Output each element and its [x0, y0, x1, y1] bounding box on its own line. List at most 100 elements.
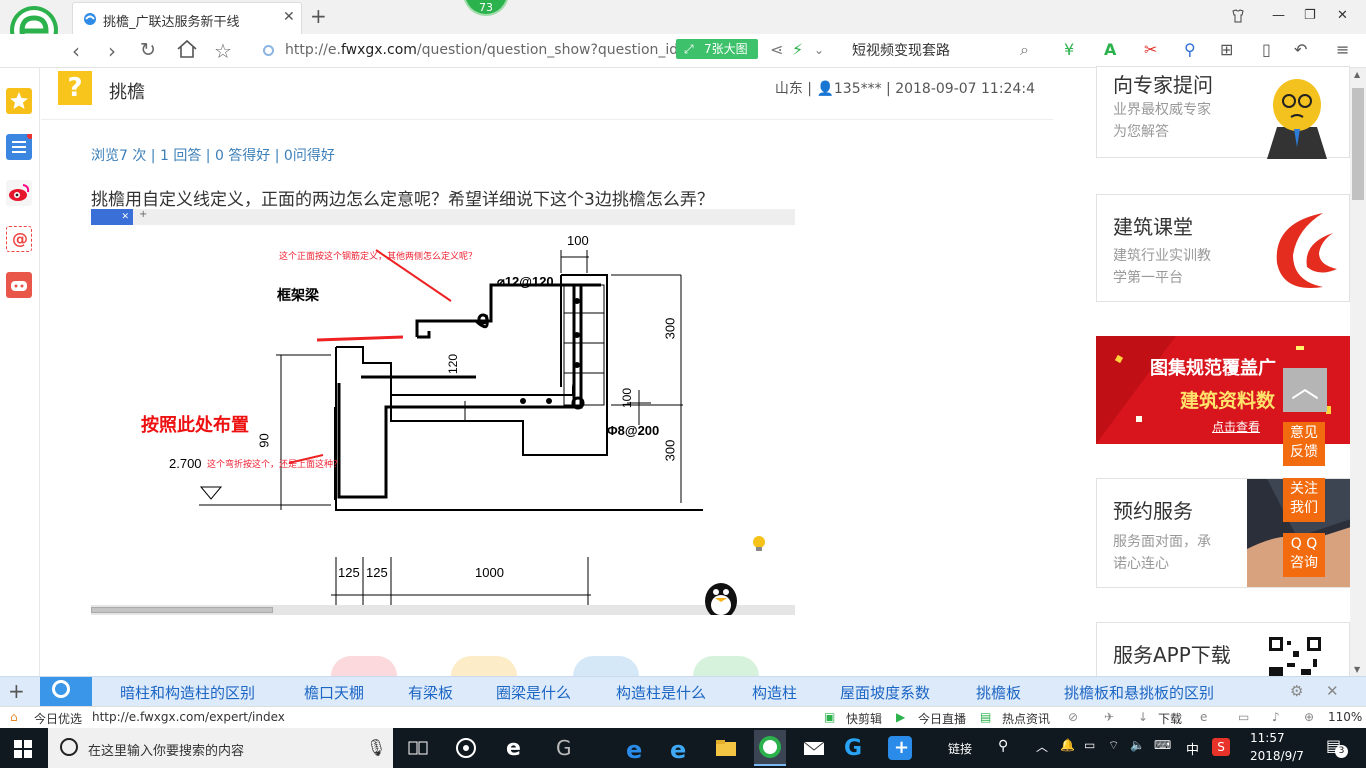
favorite-star-button[interactable]: ☆	[214, 39, 232, 63]
pinwheel-app-icon[interactable]	[454, 736, 478, 760]
tag-link[interactable]: 构造柱	[752, 682, 797, 703]
close-window-button[interactable]: ✕	[1337, 8, 1348, 23]
shield-yen-icon[interactable]: ¥	[1064, 40, 1074, 59]
email-icon[interactable]: @	[6, 226, 32, 252]
reaction-circle-3[interactable]	[573, 656, 639, 676]
image-scroll-strip[interactable]	[91, 605, 795, 615]
maximize-button[interactable]: ❐	[1304, 8, 1316, 23]
scroll-down-arrow-icon[interactable]: ▼	[1354, 665, 1360, 674]
apps-grid-icon[interactable]: ⊞	[1220, 40, 1233, 59]
pin-icon[interactable]: ✈	[1104, 710, 1114, 724]
search-icon[interactable]: ⌕	[1020, 40, 1029, 60]
reload-button[interactable]: ↻	[140, 39, 156, 61]
quick-edit-link[interactable]: 快剪辑	[846, 710, 882, 727]
url-text[interactable]: http://e.fwxgx.com/question/question_sho…	[285, 42, 678, 58]
tag-link[interactable]: 挑檐板和悬挑板的区别	[1064, 682, 1214, 703]
question-stats[interactable]: 浏览7 次 | 1 回答 | 0 答得好 | 0问得好	[91, 145, 335, 165]
window-icon[interactable]: ▭	[1238, 710, 1249, 724]
follow-us-float-button[interactable]: 关注 我们	[1283, 478, 1325, 522]
tray-expand-icon[interactable]: ︿	[1036, 738, 1048, 755]
volume-icon[interactable]: ♪	[1272, 710, 1280, 724]
qq-consult-float-button[interactable]: Q Q 咨询	[1283, 533, 1325, 577]
windows-start-icon[interactable]	[14, 740, 32, 758]
back-button[interactable]: ‹	[72, 39, 80, 63]
people-icon[interactable]: ⚲	[998, 738, 1008, 754]
sogou-ime-icon[interactable]: S	[1212, 738, 1230, 756]
translate-icon[interactable]: A	[1104, 40, 1116, 59]
g-app-icon[interactable]: G	[844, 736, 868, 761]
mail-icon[interactable]	[802, 736, 826, 760]
plus-app-icon[interactable]: +	[888, 736, 912, 760]
news-icon[interactable]: ▤	[980, 710, 991, 724]
image-tab-add-icon[interactable]: +	[139, 209, 147, 220]
undo-icon[interactable]: ↶	[1294, 40, 1307, 59]
reaction-circle-1[interactable]	[331, 656, 397, 676]
gift-icon[interactable]: ⌂	[10, 710, 18, 724]
feedback-float-button[interactable]: 意见 反馈	[1283, 422, 1325, 466]
tag-search-button[interactable]	[40, 677, 92, 706]
ie-icon[interactable]: e	[670, 736, 694, 764]
tag-link[interactable]: 檐口天棚	[304, 682, 364, 703]
edge-icon[interactable]: e	[626, 736, 650, 764]
link-label[interactable]: 链接	[948, 740, 972, 757]
share-icon[interactable]: ⋖	[770, 40, 783, 59]
wifi-icon[interactable]: ⌔	[1108, 738, 1119, 753]
ime-indicator[interactable]: 中	[1186, 739, 1199, 758]
lightning-icon[interactable]: ⚡	[792, 40, 803, 59]
vertical-scrollbar-thumb[interactable]	[1352, 88, 1364, 200]
close-tab-icon[interactable]: ✕	[283, 9, 295, 25]
scroll-up-arrow-icon[interactable]: ▲	[1354, 70, 1360, 79]
ie-mode-icon[interactable]: e	[1200, 710, 1207, 724]
banner-link[interactable]: 点击查看	[1212, 418, 1260, 435]
lightbulb-icon[interactable]	[751, 535, 767, 553]
browser-tab[interactable]: 挑檐_广联达服务新干线 ✕	[72, 2, 302, 34]
scissors-icon[interactable]: ✂	[1144, 40, 1157, 59]
task-view-icon[interactable]	[406, 736, 430, 760]
download-link[interactable]: 下载	[1158, 710, 1182, 727]
reading-list-icon[interactable]	[6, 133, 33, 160]
attached-drawing-image[interactable]: ✕ + 框架梁 ⌀12@120 Φ8@200 100 300 300 120 1…	[91, 209, 795, 615]
tag-link[interactable]: 暗柱和构造柱的区别	[120, 682, 255, 703]
tag-link[interactable]: 构造柱是什么	[616, 682, 706, 703]
taskbar-search-box[interactable]: 在这里输入你要搜索的内容 🎙	[48, 728, 393, 768]
tag-settings-icon[interactable]: ⚙	[1290, 682, 1303, 700]
chevron-down-icon[interactable]: ⌄	[814, 43, 824, 57]
clock-time[interactable]: 11:57	[1250, 731, 1285, 745]
zoom-icon[interactable]: ⊕	[1304, 710, 1314, 724]
file-explorer-icon[interactable]	[714, 736, 738, 760]
card-app-download[interactable]: 服务APP下载	[1096, 622, 1350, 682]
tag-link[interactable]: 挑檐板	[976, 682, 1021, 703]
qq-penguin-icon[interactable]	[701, 577, 741, 615]
today-picks-link[interactable]: 今日优选	[34, 710, 82, 727]
new-tab-button[interactable]: +	[310, 4, 327, 28]
minimize-button[interactable]: —	[1272, 8, 1285, 23]
microphone-icon[interactable]: 🎙	[366, 738, 386, 757]
magnifier-icon[interactable]: ⚲	[1184, 40, 1196, 59]
notification-badge[interactable]: 73	[463, 0, 509, 16]
tray-bell-icon[interactable]: 🔔	[1060, 738, 1075, 752]
speaker-icon[interactable]: 🔈	[1130, 738, 1145, 752]
tag-link[interactable]: 有梁板	[408, 682, 453, 703]
live-link[interactable]: 今日直播	[918, 710, 966, 727]
tag-add-button[interactable]: +	[8, 679, 25, 703]
tag-link[interactable]: 屋面坡度系数	[840, 682, 930, 703]
phone-icon[interactable]: ▯	[1262, 40, 1271, 59]
reaction-circle-2[interactable]	[451, 656, 517, 676]
home-button[interactable]	[176, 39, 198, 64]
clock-date[interactable]: 2018/9/7	[1250, 749, 1304, 763]
browser-e-icon[interactable]: e	[506, 736, 530, 761]
zoom-level[interactable]: 110%	[1328, 710, 1362, 724]
accelerate-icon[interactable]: ⊘	[1068, 710, 1078, 724]
card-ask-expert[interactable]: 向专家提问 业界最权威专家 为您解答	[1096, 66, 1350, 159]
active-browser-taskbar-icon[interactable]	[754, 730, 786, 766]
image-scroll-thumb[interactable]	[91, 607, 273, 613]
forward-button[interactable]: ›	[108, 39, 116, 63]
news-link[interactable]: 热点资讯	[1002, 710, 1050, 727]
video-edit-icon[interactable]: ▣	[824, 710, 835, 724]
search-box-query[interactable]: 短视频变现套路	[852, 40, 950, 60]
weibo-icon[interactable]	[6, 180, 32, 206]
favorites-star-icon[interactable]	[6, 88, 32, 114]
live-play-icon[interactable]: ▶	[896, 710, 905, 724]
tag-close-icon[interactable]: ✕	[1326, 682, 1339, 700]
keyboard-icon[interactable]: ⌨	[1154, 738, 1171, 752]
